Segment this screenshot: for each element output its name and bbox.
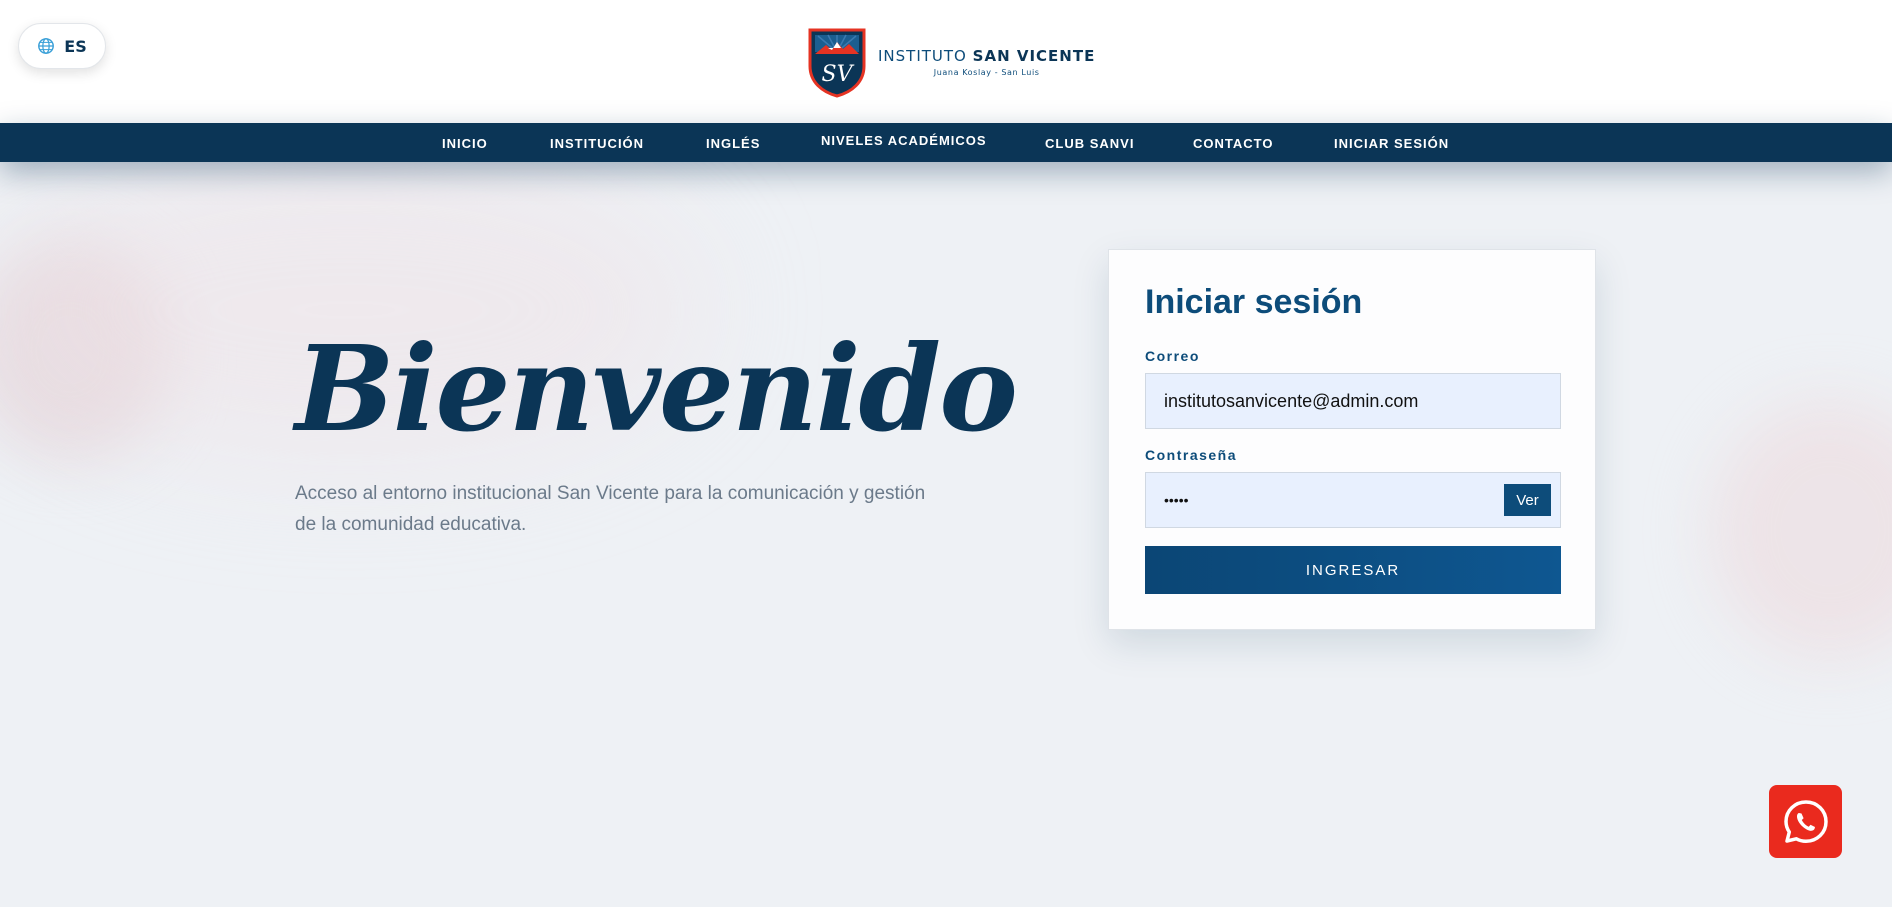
logo-name-bold: SAN VICENTE (972, 47, 1096, 65)
nav-item-inicio[interactable]: INICIO (442, 123, 488, 162)
site-header: ES SV INSTITUTO SAN VICENTE Juana Koslay… (0, 0, 1892, 123)
whatsapp-button[interactable] (1769, 785, 1842, 858)
show-password-button[interactable]: Ver (1504, 484, 1551, 516)
password-field[interactable]: ••••• Ver (1145, 472, 1561, 528)
nav-item-club-sanvi[interactable]: CLUB SANVI (1045, 123, 1134, 162)
nav-item-ingles[interactable]: INGLÉS (706, 123, 760, 162)
globe-icon (38, 38, 55, 54)
nav-item-niveles-academicos[interactable]: NIVELES ACADÉMICOS (821, 120, 987, 159)
logo-text: INSTITUTO SAN VICENTE Juana Koslay - San… (878, 47, 1095, 77)
password-masked-value: ••••• (1164, 492, 1189, 508)
whatsapp-icon (1783, 799, 1828, 843)
email-label: Correo (1145, 348, 1200, 364)
background-blob-right (1710, 400, 1892, 660)
welcome-description: Acceso al entorno institucional San Vice… (295, 483, 926, 535)
nav-item-iniciar-sesion[interactable]: INICIAR SESIÓN (1334, 123, 1449, 162)
login-submit-button[interactable]: INGRESAR (1145, 546, 1561, 594)
email-field-wrapper (1145, 373, 1561, 429)
logo-subtitle: Juana Koslay - San Luis (933, 68, 1040, 77)
login-card: Iniciar sesión Correo Contraseña ••••• V… (1108, 249, 1596, 630)
crest-icon: SV (808, 28, 866, 98)
nav-item-contacto[interactable]: CONTACTO (1193, 123, 1273, 162)
password-label: Contraseña (1145, 447, 1238, 463)
school-logo[interactable]: SV INSTITUTO SAN VICENTE Juana Koslay - … (806, 26, 1095, 98)
svg-text:SV: SV (822, 62, 855, 87)
main-nav: INICIO INSTITUCIÓN INGLÉS NIVELES ACADÉM… (0, 123, 1892, 162)
login-title: Iniciar sesión (1145, 283, 1363, 321)
nav-item-institucion[interactable]: INSTITUCIÓN (550, 123, 644, 162)
logo-name-light: INSTITUTO (878, 47, 967, 65)
welcome-heading: Bienvenido (295, 319, 1018, 458)
language-switcher[interactable]: ES (18, 23, 106, 69)
language-code: ES (64, 36, 87, 56)
email-field[interactable] (1146, 374, 1560, 428)
